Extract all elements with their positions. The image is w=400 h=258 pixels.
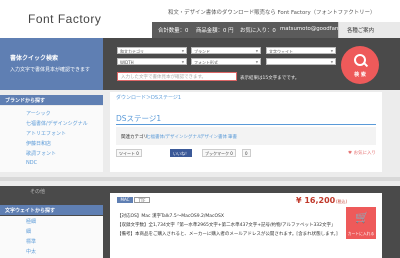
site-logo[interactable]: Font Factory <box>28 12 101 26</box>
weight-link[interactable]: 細 <box>26 228 31 235</box>
info-menu-label: 各種ご案内 <box>347 28 374 34</box>
keyword-input[interactable]: 入力した文字で書体見本が確認できます。 <box>117 72 237 81</box>
os-tag: MAC <box>117 197 133 203</box>
product-desc-line: 【対応OS】Mac 漢字Talk7.5〜MacOS9.2/MacOSX <box>117 214 224 219</box>
width-select[interactable]: WIDTH <box>117 58 187 65</box>
weight-select[interactable]: 文字ウェイト <box>266 47 336 54</box>
quick-search-title-box: 書体クイック検索 入力文字で書体見本が確認できます <box>0 38 103 90</box>
share-count-button[interactable]: 0 <box>242 149 251 157</box>
search-button[interactable]: 検 索 <box>341 46 379 84</box>
brand-list: アーシック 七福書体/デザインシグナル アトリエフォント 伊藤日和店 歌詞フォン… <box>0 106 103 172</box>
brand-heading-box: ブランドから探す <box>0 95 103 105</box>
breadcrumb[interactable]: ダウンロード＞DSステージ1 <box>116 94 181 101</box>
brand-link[interactable]: NDC <box>26 160 37 166</box>
brand-link[interactable]: アーシック <box>26 110 51 117</box>
tweet-button[interactable]: ツイート 0 <box>116 149 142 157</box>
cart-icon: 🛒 <box>355 211 369 224</box>
section-divider <box>0 172 400 186</box>
brand-link[interactable]: 七福書体/デザインシグナル <box>26 120 88 127</box>
related-category-link[interactable]: デザイン書体 <box>200 134 227 140</box>
info-menu-button[interactable]: 各種ご案内 <box>338 22 400 38</box>
related-category-label: 関連カテゴリ <box>121 135 148 140</box>
add-to-cart-button[interactable]: 🛒 カートに入れる <box>346 207 376 239</box>
page-title: DSステージ1 <box>116 114 162 123</box>
product-price: ¥ 16,200 <box>296 196 336 205</box>
social-bar: ツイート 0 いいね！ ブックマーク 0 0 ♥ お気に入り <box>116 149 376 159</box>
brand-select[interactable]: ブランド <box>191 47 261 54</box>
favorites-count[interactable]: お気に入り：0 <box>240 26 276 34</box>
weight-link[interactable]: 標準 <box>26 238 36 245</box>
account-nav: 合計数量：0 商品金額：0 円 お気に入り：0 matsumoto@goodfa… <box>152 22 351 38</box>
price-tax-note: (税込) <box>336 199 348 204</box>
search-button-label: 検 索 <box>354 72 366 78</box>
category-select[interactable]: 和文カテゴリ <box>117 47 187 54</box>
format-tag: TTF <box>134 197 150 203</box>
title-divider <box>116 124 376 125</box>
cart-count[interactable]: 合計数量：0 <box>158 26 188 34</box>
product-desc-line: 【収録文字数】全1,734文字「第一水準2965文字+第二水準437文字+記号/… <box>117 223 336 228</box>
brand-link[interactable]: 伊藤日和店 <box>26 140 51 147</box>
related-category-link[interactable]: 七福書体/デザインシグナル <box>146 134 202 140</box>
weight-link[interactable]: 中太 <box>26 248 36 255</box>
keyword-note: 表示結果は15文字までです。 <box>240 76 300 81</box>
misc-link[interactable]: その他 <box>30 188 45 195</box>
cart-total[interactable]: 商品金額：0 円 <box>196 26 234 34</box>
brand-heading: ブランドから探す <box>5 98 46 104</box>
site-tagline: 和文・デザイン書体のダウンロード販売なら Font Factory（フォントファ… <box>168 10 376 16</box>
format-select[interactable]: フォント形式 <box>191 58 261 65</box>
weight-heading: 文字ウェイトから探す <box>5 208 56 214</box>
add-to-cart-label: カートに入れる <box>347 231 375 236</box>
search-icon <box>354 54 366 66</box>
brand-link[interactable]: アトリエフォント <box>26 130 66 137</box>
brand-link[interactable]: 歌詞フォント <box>26 150 56 157</box>
extra-select[interactable] <box>266 58 336 65</box>
weight-heading-box: 文字ウェイトから探す <box>0 205 103 215</box>
related-category-link[interactable]: 筆書 <box>228 134 237 140</box>
bookmark-button[interactable]: ブックマーク 0 <box>202 149 236 157</box>
product-desc-line: 【備考】本商品をご購入されると、メーカーに購入者のメールアドレスが公開されます。… <box>117 232 338 237</box>
favorite-link[interactable]: ♥ お気に入り <box>348 150 376 156</box>
quick-search-subtitle: 入力文字で書体見本が確認できます <box>10 67 91 73</box>
quick-search-title: 書体クイック検索 <box>10 55 59 62</box>
weight-link[interactable]: 極細 <box>26 218 36 225</box>
facebook-like-button[interactable]: いいね！ <box>170 149 192 157</box>
weight-list: 極細 細 標準 中太 <box>0 216 103 258</box>
